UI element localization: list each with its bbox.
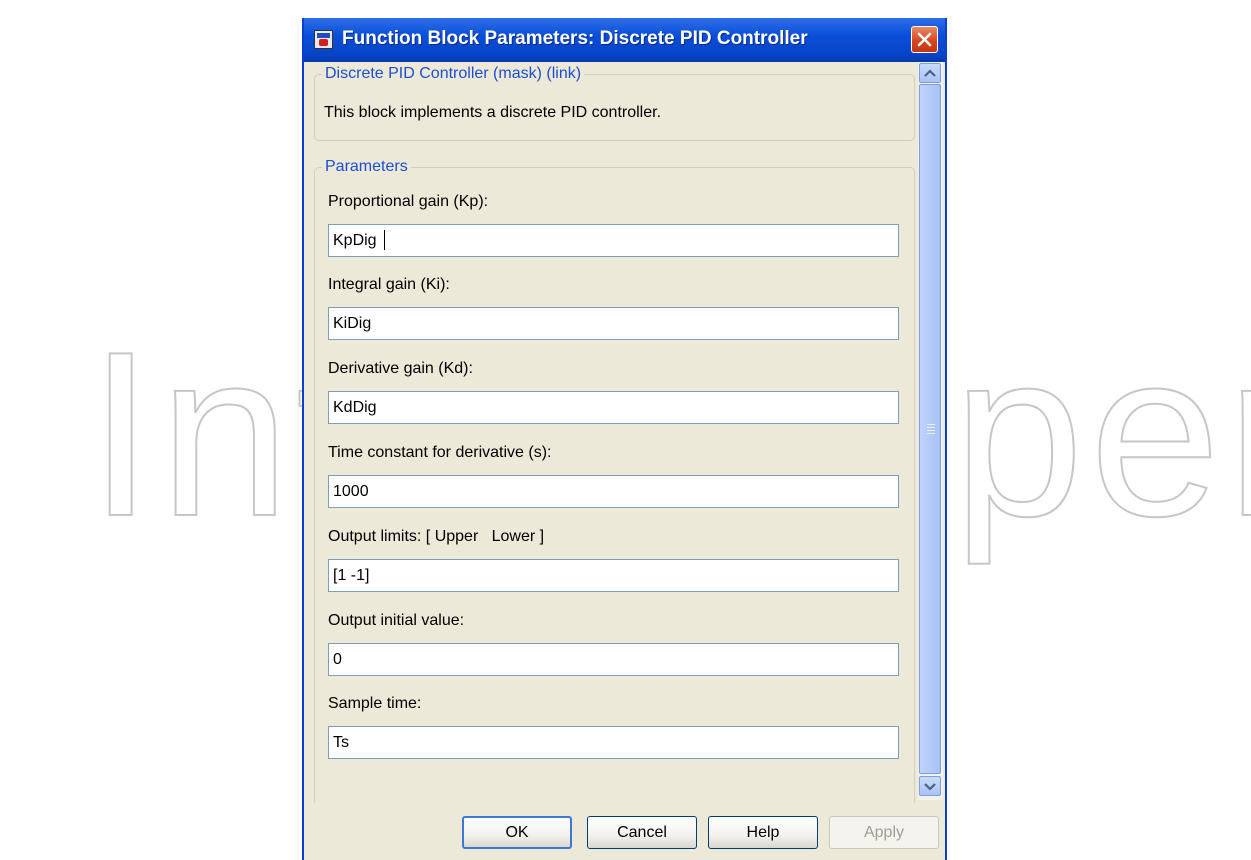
dialog-content: Discrete PID Controller (mask) (link) Th… [304,62,916,803]
apply-button[interactable]: Apply [829,816,939,849]
close-button[interactable] [911,26,938,53]
close-x-icon [917,32,932,47]
simulink-block-icon [314,30,333,49]
output-initial-value-label: Output initial value: [328,612,465,629]
sample-time-label: Sample time: [328,695,422,712]
thumb-grip-line [927,430,935,431]
text-cursor [384,230,385,250]
ki-label: Integral gain (Ki): [328,276,450,293]
block-description: This block implements a discrete PID con… [324,104,662,121]
thumb-grip-line [927,433,935,434]
thumb-grip-line [927,427,935,428]
output-limits-input[interactable] [328,559,899,592]
function-block-parameters-dialog: Function Block Parameters: Discrete PID … [302,18,947,860]
kd-input[interactable] [328,391,899,424]
scrollbar-thumb[interactable] [919,84,941,774]
sample-time-input[interactable] [328,726,899,759]
scroll-down-button[interactable] [919,776,941,796]
title-bar[interactable]: Function Block Parameters: Discrete PID … [304,18,945,62]
kd-label: Derivative gain (Kd): [328,360,473,377]
description-group-legend: Discrete PID Controller (mask) (link) [325,65,582,82]
kp-label: Proportional gain (Kp): [328,193,489,210]
output-limits-label: Output limits: [ Upper Lower ] [328,528,545,545]
scroll-up-arrow-icon [924,69,936,77]
time-constant-label: Time constant for derivative (s): [328,444,552,461]
scroll-up-button[interactable] [919,63,941,83]
vertical-scrollbar[interactable] [918,62,943,800]
scroll-down-arrow-icon [924,783,936,791]
help-button[interactable]: Help [708,816,818,849]
output-initial-value-input[interactable] [328,643,899,676]
kp-input[interactable] [328,224,899,257]
parameters-group-legend: Parameters [325,158,408,175]
ki-input[interactable] [328,307,899,340]
time-constant-input[interactable] [328,475,899,508]
window-title: Function Block Parameters: Discrete PID … [342,28,808,49]
thumb-grip-line [927,424,935,425]
cancel-button[interactable]: Cancel [587,816,697,849]
description-group: Discrete PID Controller (mask) (link) [314,65,915,141]
ok-button[interactable]: OK [462,816,572,849]
